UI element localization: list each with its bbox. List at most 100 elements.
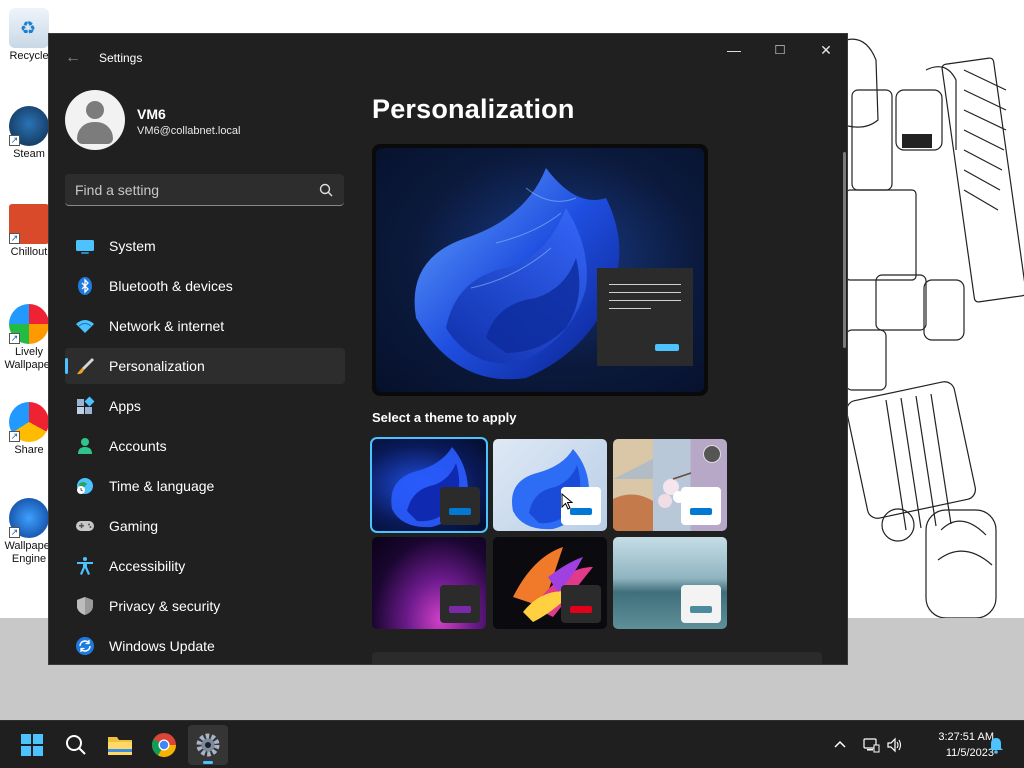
page-title: Personalization — [372, 94, 575, 124]
preview-accent-button — [655, 344, 679, 351]
desktop-icon-label: Share — [14, 444, 44, 456]
theme-card-flow[interactable] — [613, 537, 727, 629]
avatar-head — [86, 101, 104, 119]
search-box[interactable] — [65, 174, 344, 206]
theme-card-windows-dark[interactable] — [370, 437, 488, 533]
search-input[interactable] — [75, 180, 305, 200]
user-email: VM6@collabnet.local — [137, 125, 241, 137]
file-explorer-button[interactable] — [100, 725, 140, 765]
clock-date: 11/5/2023 — [945, 747, 994, 759]
theme-mini-window — [561, 585, 601, 623]
nav-item-network[interactable]: Network & internet — [65, 308, 345, 344]
preview-text-line — [609, 308, 651, 309]
nav-item-privacy-security[interactable]: Privacy & security — [65, 588, 345, 624]
chillout-icon: ↗ — [9, 204, 49, 244]
theme-section-label: Select a theme to apply — [372, 410, 517, 425]
gamepad-icon — [76, 521, 94, 531]
theme-card-glow[interactable] — [372, 537, 486, 629]
lively-wallpaper-icon: ↗ — [9, 304, 49, 344]
maximize-button[interactable]: □ — [757, 34, 803, 66]
desktop-icon-chillout[interactable]: ↗ Chillout — [6, 204, 52, 259]
nav-label: Bluetooth & devices — [109, 278, 233, 294]
desktop-icon-lively-wallpaper[interactable]: ↗ Lively Wallpaper — [4, 304, 54, 372]
theme-mini-window — [440, 585, 480, 623]
desktop-icon-label: Wallpaper Engine — [4, 540, 54, 565]
person-icon — [78, 438, 92, 454]
preview-dialog-window — [597, 268, 693, 366]
next-settings-card[interactable] — [372, 652, 822, 664]
nav-label: Network & internet — [109, 318, 225, 334]
minimize-button[interactable]: — — [711, 34, 757, 66]
shield-icon — [77, 597, 93, 615]
steam-icon: ↗ — [9, 106, 49, 146]
start-button[interactable] — [12, 725, 52, 765]
theme-card-captured-motion[interactable] — [493, 537, 607, 629]
nav-item-windows-update[interactable]: Windows Update — [65, 628, 345, 664]
desktop-icon-label: Recycle — [9, 50, 49, 62]
theme-card-windows-light[interactable] — [493, 439, 607, 531]
clock-time: 3:27:51 AM — [938, 731, 994, 743]
wallpaper-engine-icon: ↗ — [9, 498, 49, 538]
globe-clock-icon — [77, 478, 93, 494]
nav-item-gaming[interactable]: Gaming — [65, 508, 345, 544]
desktop-icon-recycle-bin[interactable]: ♻ Recycle — [6, 8, 52, 63]
theme-mini-window — [440, 487, 480, 525]
update-icon — [76, 637, 94, 655]
apps-icon — [77, 396, 95, 414]
main-content: Personalization Select a theme to apply — [359, 82, 839, 664]
nav-label: Privacy & security — [109, 598, 221, 614]
nav-list: System Bluetooth & devices Network & int… — [65, 228, 345, 664]
desktop-icon-wallpaper-engine[interactable]: ↗ Wallpaper Engine — [4, 498, 54, 566]
back-arrow-icon[interactable]: ← — [63, 48, 83, 68]
avatar-body — [77, 122, 113, 144]
theme-card-windows-spotlight[interactable] — [613, 439, 727, 531]
theme-accent-bar — [449, 508, 471, 515]
settings-window: ← Settings — □ ✕ VM6 VM6@collabnet.local… — [48, 33, 848, 665]
nav-label: Apps — [109, 398, 141, 414]
taskbar-search-button[interactable] — [56, 725, 96, 765]
notification-bell-icon[interactable] — [986, 735, 1006, 755]
nav-item-accounts[interactable]: Accounts — [65, 428, 345, 464]
accessibility-icon — [77, 557, 93, 575]
robot-wallpaper-art — [846, 38, 1024, 618]
nav-item-time-language[interactable]: Time & language — [65, 468, 345, 504]
nav-label: Windows Update — [109, 638, 215, 654]
chrome-button[interactable] — [144, 725, 184, 765]
nav-label: Accounts — [109, 438, 167, 454]
nav-item-personalization[interactable]: Personalization — [65, 348, 345, 384]
user-avatar[interactable] — [65, 90, 125, 150]
monitor-icon — [76, 240, 94, 254]
volume-icon[interactable] — [886, 736, 904, 754]
window-title: Settings — [99, 51, 143, 65]
preview-wallpaper — [376, 148, 704, 392]
nav-item-bluetooth[interactable]: Bluetooth & devices — [65, 268, 345, 304]
chevron-up-icon[interactable] — [832, 737, 848, 753]
sidebar: VM6 VM6@collabnet.local System Bluetooth… — [49, 82, 359, 664]
close-button[interactable]: ✕ — [803, 34, 847, 66]
taskbar-clock[interactable]: 3:27:51 AM 11/5/2023 — [906, 729, 994, 761]
desktop-icon-label: Chillout — [10, 246, 48, 258]
settings-taskbar-button[interactable] — [188, 725, 228, 765]
preview-text-line — [609, 300, 681, 301]
theme-mini-window — [681, 487, 721, 525]
start-icon — [21, 734, 43, 756]
taskbar: 3:27:51 AM 11/5/2023 — [0, 720, 1024, 768]
nav-item-system[interactable]: System — [65, 228, 345, 264]
search-icon[interactable] — [318, 182, 334, 198]
network-icon[interactable] — [862, 736, 880, 754]
chrome-icon — [151, 733, 176, 758]
theme-mini-window — [681, 585, 721, 623]
nav-item-apps[interactable]: Apps — [65, 388, 345, 424]
wifi-icon — [76, 320, 94, 333]
desktop-icon-share[interactable]: ↗ Share — [6, 402, 52, 457]
mouse-cursor-icon — [561, 493, 574, 510]
desktop-icon-label: Steam — [13, 148, 45, 160]
content-scrollbar[interactable] — [843, 152, 846, 348]
system-tray — [828, 721, 908, 768]
recycle-bin-icon: ♻ — [9, 8, 49, 48]
nav-label: Time & language — [109, 478, 215, 494]
nav-item-accessibility[interactable]: Accessibility — [65, 548, 345, 584]
nav-label: Personalization — [109, 358, 205, 374]
desktop-icon-steam[interactable]: ↗ Steam — [6, 106, 52, 161]
spotlight-info-icon[interactable] — [703, 445, 721, 463]
